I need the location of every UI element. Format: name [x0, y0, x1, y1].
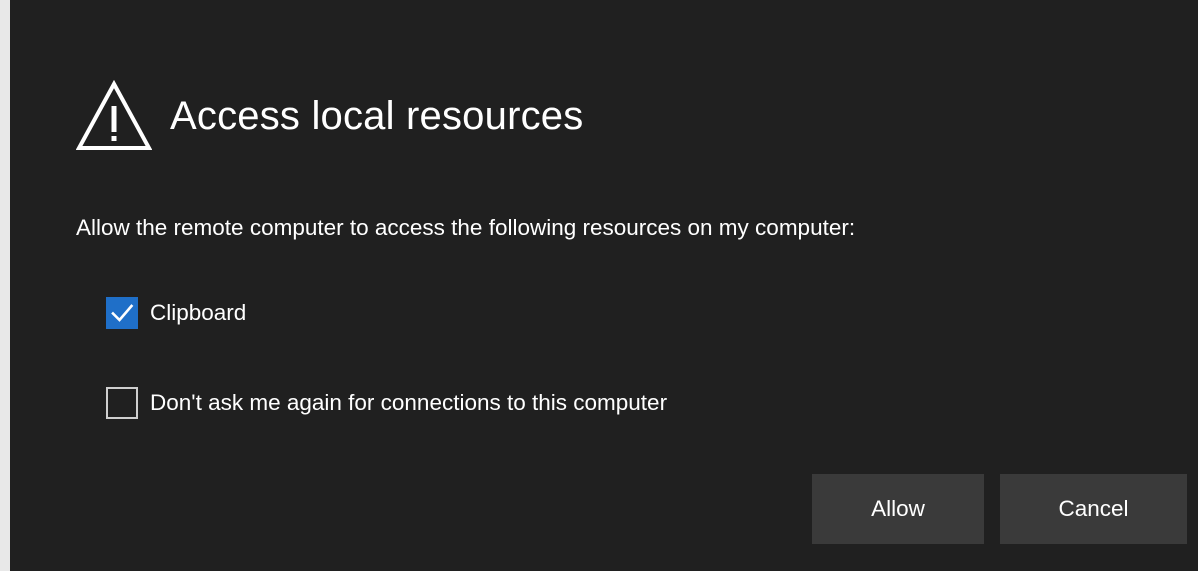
dont-ask-again-option[interactable]: Don't ask me again for connections to th…	[106, 387, 667, 419]
dont-ask-again-label: Don't ask me again for connections to th…	[150, 389, 668, 415]
warning-triangle-icon	[76, 80, 152, 150]
cancel-button[interactable]: Cancel	[1000, 474, 1187, 544]
dialog-description: Allow the remote computer to access the …	[76, 215, 856, 240]
clipboard-option[interactable]: Clipboard	[106, 297, 246, 329]
allow-button[interactable]: Allow	[812, 474, 984, 544]
checkmark-icon	[111, 304, 134, 322]
dont-ask-again-checkbox[interactable]	[106, 387, 138, 419]
dialog-title: Access local resources	[170, 94, 584, 138]
clipboard-label: Clipboard	[150, 299, 247, 325]
access-local-resources-dialog: Access local resources Allow the remote …	[10, 0, 1198, 571]
clipboard-checkbox[interactable]	[106, 297, 138, 329]
dialog-header: Access local resources	[76, 80, 583, 152]
